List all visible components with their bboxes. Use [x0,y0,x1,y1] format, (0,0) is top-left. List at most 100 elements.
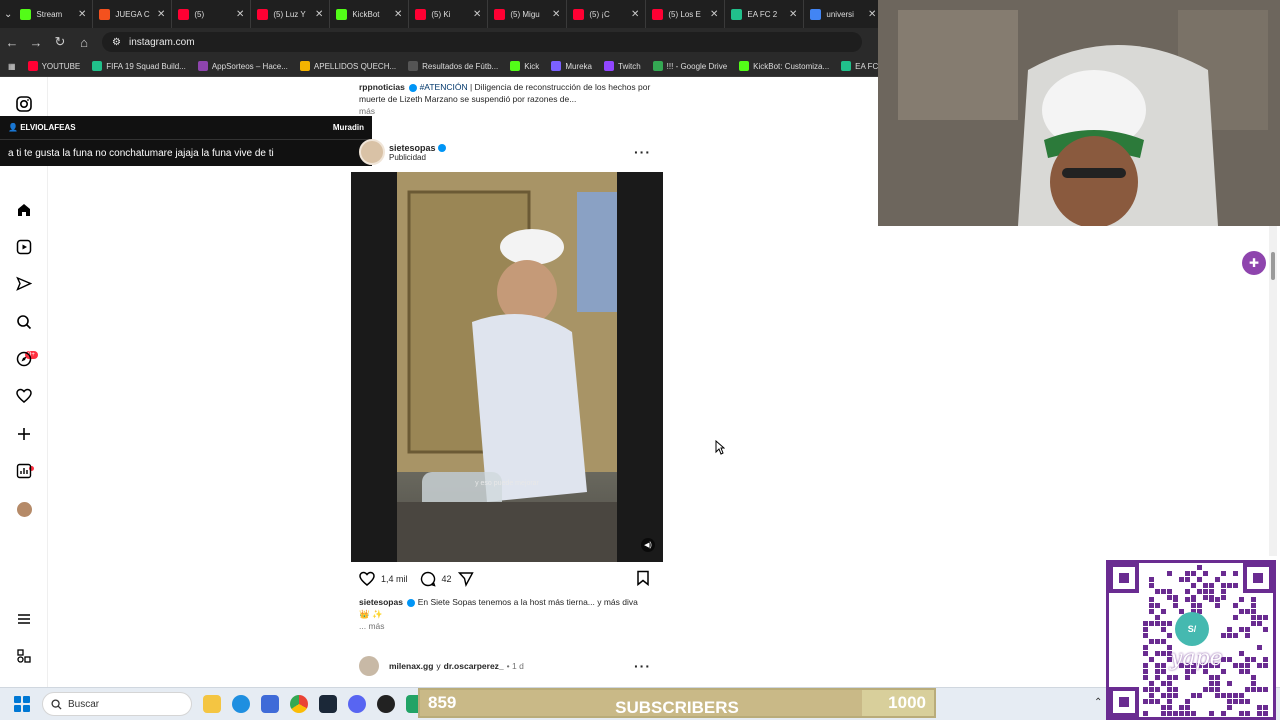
bookmark-item[interactable]: Mureka [551,61,592,71]
instagram-logo-icon[interactable] [14,94,34,114]
browser-tab[interactable]: Stream ✕ [14,0,94,28]
reload-icon[interactable]: ↻ [48,34,72,50]
bookmark-item[interactable]: EA FC 2 [841,61,878,71]
next-post-options-icon[interactable]: ··· [634,658,651,674]
caption-more[interactable]: ... más [359,621,385,631]
previous-post-hashtag[interactable]: #ATENCIÓN [420,82,468,92]
forward-icon[interactable]: → [24,35,48,50]
mute-icon[interactable]: ◀) [641,538,655,552]
bookmark-item[interactable]: FIFA 19 Squad Build... [92,61,186,71]
bookmark-favicon-icon [551,61,562,71]
tab-close-icon[interactable]: ✕ [552,9,560,20]
bookmark-item[interactable]: YOUTUBE [27,61,80,71]
bookmark-favicon-icon [27,61,38,71]
back-icon[interactable]: ← [0,35,24,50]
browser-tab[interactable]: (5) ¡C ✕ [567,0,647,28]
caption-username[interactable]: sietesopas [359,597,403,607]
explore-nav-icon[interactable] [14,349,34,369]
next-post-user1[interactable]: milenax.gg [389,661,433,671]
tab-close-icon[interactable]: ✕ [157,9,165,20]
chrome-icon[interactable] [290,695,308,713]
tab-close-icon[interactable]: ✕ [78,9,86,20]
likes-count[interactable]: 1,4 mil [381,574,408,584]
dashboard-nav-icon[interactable] [14,461,34,481]
extension-floating-icon[interactable]: ✚ [1242,251,1266,275]
tab-favicon-icon [652,8,664,20]
post-username[interactable]: sietesopas [389,143,436,153]
messages-nav-icon[interactable] [14,274,34,294]
home-nav-icon[interactable] [14,200,34,220]
bookmark-item[interactable]: Kick [510,61,539,71]
url-field[interactable]: ⚙ instagram.com [102,32,862,52]
tab-close-icon[interactable]: ✕ [236,9,244,20]
tab-search-icon[interactable]: ⌄ [4,3,12,25]
bookmark-favicon-icon [197,61,208,71]
menu-icon[interactable] [14,609,34,629]
tab-title: (5) Luz Y [273,9,306,19]
taskbar-search[interactable]: Buscar [42,692,192,716]
site-info-icon[interactable]: ⚙ [112,37,121,48]
chat-message: a ti te gusta la funa no conchatumare ja… [0,139,372,166]
webcam-scene [878,0,1280,226]
profile-avatar[interactable] [14,499,34,519]
browser-tab[interactable]: (5) Los E ✕ [646,0,726,28]
apps-grid-icon[interactable]: ▦ [8,62,16,71]
share-icon[interactable] [457,571,474,587]
bookmark-item[interactable]: APELLIDOS QUECH... [299,61,397,71]
save-icon[interactable] [635,570,651,586]
scrollbar-thumb[interactable] [1271,252,1275,280]
bookmark-item[interactable]: Resultados de Fútb... [408,61,498,71]
meta-apps-icon[interactable] [14,646,34,666]
tab-close-icon[interactable]: ✕ [315,9,323,20]
tab-close-icon[interactable]: ✕ [868,9,876,20]
file-explorer-icon[interactable] [203,695,221,713]
bookmark-item[interactable]: AppSorteos – Hace... [197,61,288,71]
tab-close-icon[interactable]: ✕ [789,9,797,20]
url-text: instagram.com [128,36,195,48]
browser-tab[interactable]: EA FC 2 ✕ [725,0,805,28]
post-avatar[interactable] [359,139,385,165]
reels-nav-icon[interactable] [14,237,34,257]
previous-post-more[interactable]: más [359,106,375,116]
instagram-sidebar: 9+ [0,77,48,687]
bookmark-label: Resultados de Fútb... [422,61,499,71]
post-video[interactable]: y eso puede mejorar ◀) [351,172,663,562]
notifications-nav-icon[interactable] [14,386,34,406]
steam-icon[interactable] [319,695,337,713]
next-post-user2[interactable]: dr.oscarperez_ [444,661,504,671]
search-nav-icon[interactable] [14,312,34,332]
browser-tab[interactable]: JUEGA C ✕ [93,0,173,28]
bookmark-item[interactable]: !!! - Google Drive [652,61,727,71]
browser-tab[interactable]: universi ✕ [804,0,884,28]
bookmark-favicon-icon [841,61,852,71]
home-icon[interactable]: ⌂ [72,35,96,50]
browser-tab[interactable]: KickBot ✕ [330,0,410,28]
verified-icon [437,144,446,153]
tab-close-icon[interactable]: ✕ [631,9,639,20]
verified-icon [409,83,418,92]
tab-close-icon[interactable]: ✕ [394,9,402,20]
browser-tab[interactable]: (5) Migu ✕ [488,0,568,28]
previous-post-username[interactable]: rppnoticias [359,82,405,92]
obs-icon[interactable] [377,695,395,713]
windows-start-icon[interactable] [14,696,30,712]
comments-count[interactable]: 42 [442,574,452,584]
bookmark-item[interactable]: Twitch [604,61,641,71]
next-post-avatar[interactable] [359,656,379,676]
bookmark-label: APELLIDOS QUECH... [313,61,397,71]
edge-icon[interactable] [232,695,250,713]
browser-tab[interactable]: (5) ✕ [172,0,252,28]
create-nav-icon[interactable] [14,424,34,444]
browser-tab[interactable]: (5) Luz Y ✕ [251,0,331,28]
bookmark-item[interactable]: KickBot: Customiza... [739,61,829,71]
like-icon[interactable] [359,571,375,587]
tray-chevron-icon[interactable]: ⌃ [1094,697,1102,708]
tab-close-icon[interactable]: ✕ [473,9,481,20]
post-options-icon[interactable]: ··· [634,144,651,160]
store-icon[interactable] [261,695,279,713]
bookmarks-list: YOUTUBE FIFA 19 Squad Build... AppSorteos … [27,61,878,71]
tab-close-icon[interactable]: ✕ [710,9,718,20]
comment-icon[interactable] [420,571,436,587]
browser-tab[interactable]: (5) Ki ✕ [409,0,489,28]
discord-icon[interactable] [348,695,366,713]
